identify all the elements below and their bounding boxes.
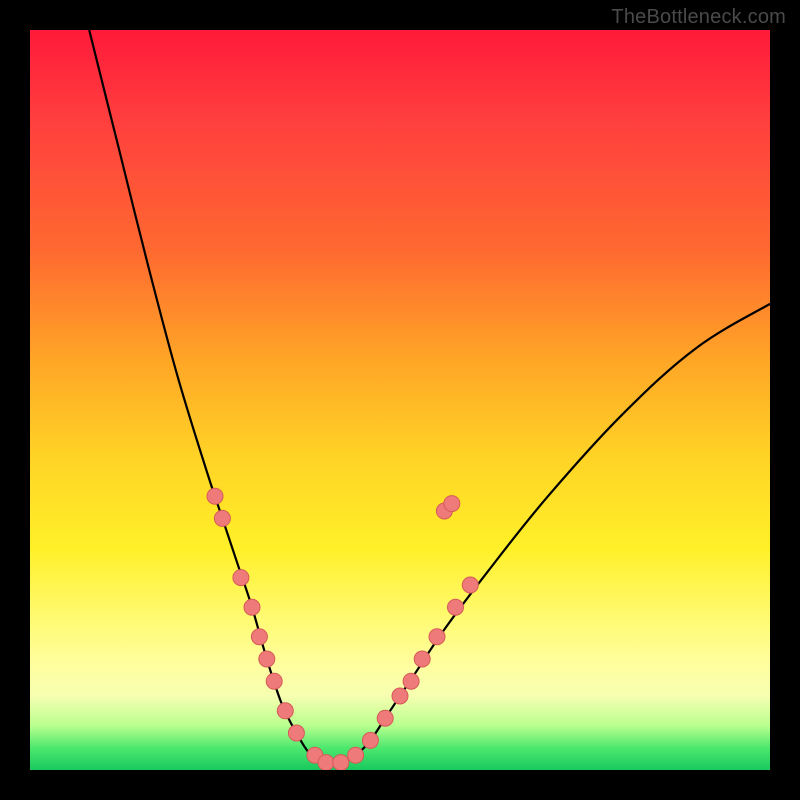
data-marker — [348, 747, 364, 763]
data-marker — [259, 651, 275, 667]
data-marker — [233, 570, 249, 586]
data-marker — [277, 703, 293, 719]
watermark-text: TheBottleneck.com — [611, 6, 786, 29]
data-marker — [429, 629, 445, 645]
data-marker — [214, 510, 230, 526]
data-marker — [244, 599, 260, 615]
data-marker — [462, 577, 478, 593]
data-marker — [414, 651, 430, 667]
data-marker — [377, 710, 393, 726]
data-marker — [207, 488, 223, 504]
chart-overlay — [30, 30, 770, 770]
data-marker — [251, 629, 267, 645]
data-marker — [403, 673, 419, 689]
data-marker — [333, 755, 349, 770]
chart-frame: TheBottleneck.com — [0, 0, 800, 800]
data-marker — [362, 732, 378, 748]
data-marker — [392, 688, 408, 704]
bottleneck-curve — [89, 30, 770, 764]
data-marker — [288, 725, 304, 741]
plot-area — [30, 30, 770, 770]
data-marker — [444, 496, 460, 512]
data-marker — [318, 755, 334, 770]
data-marker — [448, 599, 464, 615]
data-marker — [266, 673, 282, 689]
data-markers — [207, 488, 478, 770]
